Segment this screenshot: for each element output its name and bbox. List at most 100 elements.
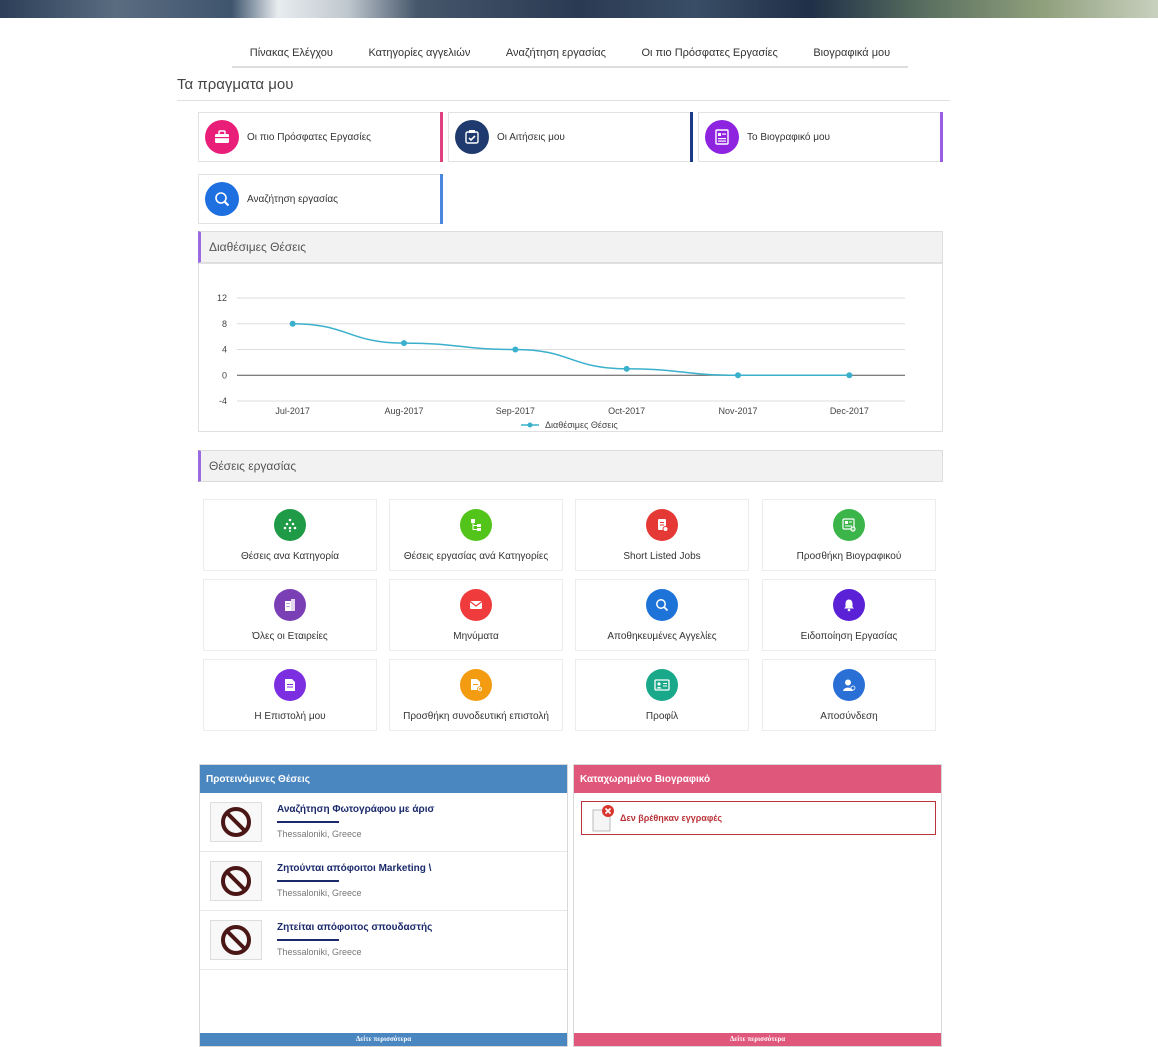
tile-label: Ειδοποίηση Εργασίας <box>800 630 898 642</box>
recommended-header: Προτεινόμενες Θέσεις <box>200 765 567 793</box>
data-point <box>512 346 519 353</box>
chart-svg: 12 8 4 0 -4 Jul-2017 Aug-2017 Sep-2017 Oct-2017 N… <box>217 293 905 430</box>
card-accent <box>690 112 693 162</box>
job-title-link[interactable]: Αναζήτηση Φωτογράφου με άρισ <box>277 804 434 815</box>
card-accent <box>440 112 443 162</box>
tile-profile[interactable]: Προφίλ <box>575 659 749 731</box>
nav-categories[interactable]: Κατηγορίες αγγελιών <box>368 47 470 59</box>
error-document-icon <box>592 805 614 832</box>
card-label: Το Βιογραφικό μου <box>747 131 830 143</box>
tile-label: Θέσεις εργασίας ανά Κατηγορίες <box>403 550 549 562</box>
tile-saved-listings[interactable]: Αποθηκευμένες Αγγελίες <box>575 579 749 651</box>
card-my-resume[interactable]: Το Βιογραφικό μου <box>698 112 943 162</box>
nav-recent-jobs[interactable]: Οι πιο Πρόσφατες Εργασίες <box>641 47 777 59</box>
job-search-icon <box>205 182 239 216</box>
letter-icon <box>274 668 306 701</box>
legend-marker <box>527 422 533 428</box>
x-tick-label: Aug-2017 <box>384 406 423 416</box>
card-label: Οι Αιτήσεις μου <box>497 131 565 143</box>
tile-all-companies[interactable]: Όλες οι Εταιρείες <box>203 579 377 651</box>
add-letter-icon <box>460 668 492 701</box>
card-accent <box>440 174 443 224</box>
jobs-panel-title: Θέσεις εργασίας <box>209 459 297 473</box>
registered-cv-box: Καταχωρημένο Βιογραφικό Δεν βρέθηκαν εγγ… <box>573 764 942 1047</box>
tile-label: Προσθήκη συνοδευτική επιστολή <box>403 710 549 722</box>
x-tick-label: Dec-2017 <box>830 406 869 416</box>
x-tick-label: Nov-2017 <box>718 406 757 416</box>
envelope-icon <box>460 588 492 621</box>
no-image-icon <box>210 920 262 960</box>
job-list-item[interactable]: Αναζήτηση Φωτογράφου με άρισ Thessalonik… <box>200 793 567 852</box>
tile-label: Όλες οι Εταιρείες <box>252 630 328 642</box>
y-tick-label: 8 <box>222 319 227 329</box>
tile-label: Προσθήκη Βιογραφικού <box>796 550 902 562</box>
job-list-item[interactable]: Ζητούνται απόφοιτοι Marketing \ Thessalo… <box>200 852 567 911</box>
tile-add-cover-letter[interactable]: Προσθήκη συνοδευτική επιστολή <box>389 659 563 731</box>
profile-card-icon <box>646 668 678 701</box>
resume-icon <box>705 120 739 154</box>
legend-label: Διαθέσιμες Θέσεις <box>545 420 618 430</box>
job-location: Thessaloniki, Greece <box>277 947 362 957</box>
x-tick-label: Jul-2017 <box>275 406 310 416</box>
title-underline <box>277 880 339 882</box>
building-icon <box>274 588 306 621</box>
tile-label: Αποθηκευμένες Αγγελίες <box>607 630 717 642</box>
x-tick-label: Sep-2017 <box>496 406 535 416</box>
chart-panel-header: Διαθέσιμες Θέσεις <box>198 231 943 263</box>
tile-add-resume[interactable]: Προσθήκη Βιογραφικού <box>762 499 936 571</box>
bell-icon <box>833 588 865 621</box>
job-title-link[interactable]: Ζητούνται απόφοιτοι Marketing \ <box>277 863 431 874</box>
tile-label: Προφίλ <box>645 710 679 722</box>
nav-my-resumes[interactable]: Βιογραφικά μου <box>813 47 890 59</box>
x-tick-label: Oct-2017 <box>608 406 645 416</box>
nav-job-search[interactable]: Αναζήτηση εργασίας <box>506 47 606 59</box>
data-point <box>289 320 296 327</box>
tile-label: Θέσεις ανα Κατηγορία <box>240 550 340 562</box>
job-location: Thessaloniki, Greece <box>277 829 362 839</box>
nav-dashboard[interactable]: Πίνακας Ελέγχου <box>250 47 333 59</box>
data-point <box>623 365 630 372</box>
see-more-cv-button[interactable]: Δείτε περισσότερα <box>574 1033 941 1046</box>
see-more-recommended-button[interactable]: Δείτε περισσότερα <box>200 1033 567 1046</box>
job-list-item[interactable]: Ζητείται απόφοιτος σπουδαστής Thessaloni… <box>200 911 567 970</box>
card-label: Οι πιο Πρόσφατες Εργασίες <box>247 131 371 143</box>
tile-jobs-by-categories[interactable]: Θέσεις εργασίας ανά Κατηγορίες <box>389 499 563 571</box>
y-tick-label: -4 <box>219 396 227 406</box>
registered-cv-header: Καταχωρημένο Βιογραφικό <box>574 765 941 793</box>
job-title-link[interactable]: Ζητείται απόφοιτος σπουδαστής <box>277 922 432 933</box>
y-tick-label: 12 <box>217 293 227 303</box>
top-navigation: Πίνακας Ελέγχου Κατηγορίες αγγελιών Αναζ… <box>232 40 908 68</box>
title-underline <box>277 939 339 941</box>
shortlist-icon <box>646 508 678 541</box>
briefcase-icon <box>205 120 239 154</box>
card-recent-jobs[interactable]: Οι πιο Πρόσφατες Εργασίες <box>198 112 443 162</box>
card-job-search[interactable]: Αναζήτηση εργασίας <box>198 174 443 224</box>
data-point <box>846 372 853 379</box>
tile-label: Μηνύματα <box>453 630 499 642</box>
tile-positions-by-category[interactable]: Θέσεις ανα Κατηγορία <box>203 499 377 571</box>
tile-messages[interactable]: Μηνύματα <box>389 579 563 651</box>
card-label: Αναζήτηση εργασίας <box>247 193 339 205</box>
logout-user-icon <box>833 668 865 701</box>
tile-label: Αποσύνδεση <box>820 710 878 722</box>
tile-short-listed-jobs[interactable]: Short Listed Jobs <box>575 499 749 571</box>
card-accent <box>940 112 943 162</box>
tile-my-letter[interactable]: Η Επιστολή μου <box>203 659 377 731</box>
chart-panel-title: Διαθέσιμες Θέσεις <box>209 240 306 254</box>
card-my-applications[interactable]: Οι Αιτήσεις μου <box>448 112 693 162</box>
category-tree-icon <box>274 508 306 541</box>
no-image-icon <box>210 802 262 842</box>
tile-label: Η Επιστολή μου <box>254 710 326 722</box>
jobs-panel-header: Θέσεις εργασίας <box>198 450 943 482</box>
tile-logout[interactable]: Αποσύνδεση <box>762 659 936 731</box>
title-underline <box>277 821 339 823</box>
tile-job-alert[interactable]: Ειδοποίηση Εργασίας <box>762 579 936 651</box>
y-tick-label: 0 <box>222 370 227 380</box>
hierarchy-icon <box>460 508 492 541</box>
empty-records-alert: Δεν βρέθηκαν εγγραφές <box>581 801 936 835</box>
y-tick-label: 4 <box>222 345 227 355</box>
available-positions-chart: 12 8 4 0 -4 Jul-2017 Aug-2017 Sep-2017 Oct-2017 N… <box>198 263 943 432</box>
recommended-positions-box: Προτεινόμενες Θέσεις Αναζήτηση Φωτογράφο… <box>199 764 568 1047</box>
empty-records-text: Δεν βρέθηκαν εγγραφές <box>620 813 723 823</box>
page-title: Τα πραγματα μου <box>177 76 950 101</box>
